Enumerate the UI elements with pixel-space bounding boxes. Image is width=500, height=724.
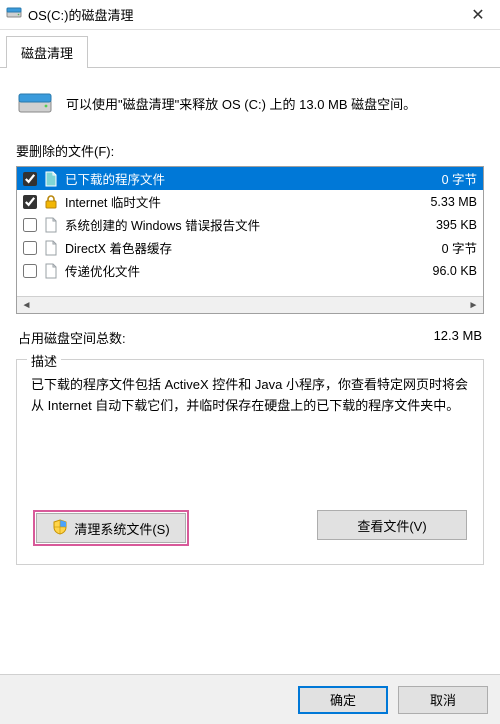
list-item-size: 0 字节 xyxy=(442,238,477,257)
shield-icon xyxy=(52,519,68,538)
totals-value: 12.3 MB xyxy=(434,328,482,347)
files-to-delete-label: 要删除的文件(F): xyxy=(16,141,484,160)
ok-label: 确定 xyxy=(330,690,356,709)
cancel-button[interactable]: 取消 xyxy=(398,686,488,714)
list-item[interactable]: DirectX 着色器缓存 0 字节 xyxy=(17,236,483,259)
ok-button[interactable]: 确定 xyxy=(298,686,388,714)
view-files-button[interactable]: 查看文件(V) xyxy=(317,510,467,540)
description-group: 描述 已下载的程序文件包括 ActiveX 控件和 Java 小程序，你查看特定… xyxy=(16,359,484,565)
lock-icon xyxy=(43,194,59,210)
horizontal-scrollbar[interactable]: ◄ ► xyxy=(17,296,483,313)
cancel-label: 取消 xyxy=(430,690,456,709)
list-item-name: DirectX 着色器缓存 xyxy=(65,238,436,257)
scroll-left-button[interactable]: ◄ xyxy=(18,298,35,313)
file-icon xyxy=(43,240,59,256)
chevron-right-icon: ► xyxy=(469,300,479,311)
list-item[interactable]: 已下载的程序文件 0 字节 xyxy=(17,167,483,190)
list-item-name: Internet 临时文件 xyxy=(65,192,424,211)
file-icon xyxy=(43,171,59,187)
list-item-name: 已下载的程序文件 xyxy=(65,169,436,188)
file-icon xyxy=(43,263,59,279)
list-item-checkbox[interactable] xyxy=(23,172,37,186)
list-item-size: 5.33 MB xyxy=(430,195,477,209)
scroll-right-button[interactable]: ► xyxy=(465,298,482,313)
drive-large-icon xyxy=(18,88,52,119)
totals-row: 占用磁盘空间总数: 12.3 MB xyxy=(18,328,482,347)
close-icon: ✕ xyxy=(471,5,484,25)
title-bar: OS(C:)的磁盘清理 ✕ xyxy=(0,0,500,30)
chevron-left-icon: ◄ xyxy=(22,300,32,311)
list-item-size: 96.0 KB xyxy=(433,264,477,278)
clean-system-highlight: 清理系统文件(S) xyxy=(33,510,189,546)
tab-strip: 磁盘清理 xyxy=(0,30,500,68)
totals-label: 占用磁盘空间总数: xyxy=(18,328,126,347)
dialog-footer: 确定 取消 xyxy=(0,674,500,724)
clean-system-files-button[interactable]: 清理系统文件(S) xyxy=(36,513,186,543)
intro-row: 可以使用"磁盘清理"来释放 OS (C:) 上的 13.0 MB 磁盘空间。 xyxy=(16,82,484,137)
list-item-checkbox[interactable] xyxy=(23,264,37,278)
tab-disk-cleanup[interactable]: 磁盘清理 xyxy=(6,36,88,68)
list-item-name: 传递优化文件 xyxy=(65,261,427,280)
list-item[interactable]: 传递优化文件 96.0 KB xyxy=(17,259,483,282)
window-title: OS(C:)的磁盘清理 xyxy=(28,5,456,24)
list-item-checkbox[interactable] xyxy=(23,241,37,255)
list-item[interactable]: 系统创建的 Windows 错误报告文件 395 KB xyxy=(17,213,483,236)
close-button[interactable]: ✕ xyxy=(456,0,500,30)
view-files-label: 查看文件(V) xyxy=(357,516,426,535)
list-item[interactable]: Internet 临时文件 5.33 MB xyxy=(17,190,483,213)
description-text: 已下载的程序文件包括 ActiveX 控件和 Java 小程序，你查看特定网页时… xyxy=(31,374,469,494)
list-item-size: 0 字节 xyxy=(442,169,477,188)
intro-text: 可以使用"磁盘清理"来释放 OS (C:) 上的 13.0 MB 磁盘空间。 xyxy=(66,94,416,113)
files-listbox[interactable]: 已下载的程序文件0 字节Internet 临时文件5.33 MB系统创建的 Wi… xyxy=(16,166,484,314)
description-legend: 描述 xyxy=(27,351,61,370)
list-item-checkbox[interactable] xyxy=(23,218,37,232)
list-item-checkbox[interactable] xyxy=(23,195,37,209)
file-icon xyxy=(43,217,59,233)
list-item-size: 395 KB xyxy=(436,218,477,232)
list-item-name: 系统创建的 Windows 错误报告文件 xyxy=(65,215,430,234)
drive-icon xyxy=(6,5,22,24)
clean-system-files-label: 清理系统文件(S) xyxy=(74,519,169,538)
